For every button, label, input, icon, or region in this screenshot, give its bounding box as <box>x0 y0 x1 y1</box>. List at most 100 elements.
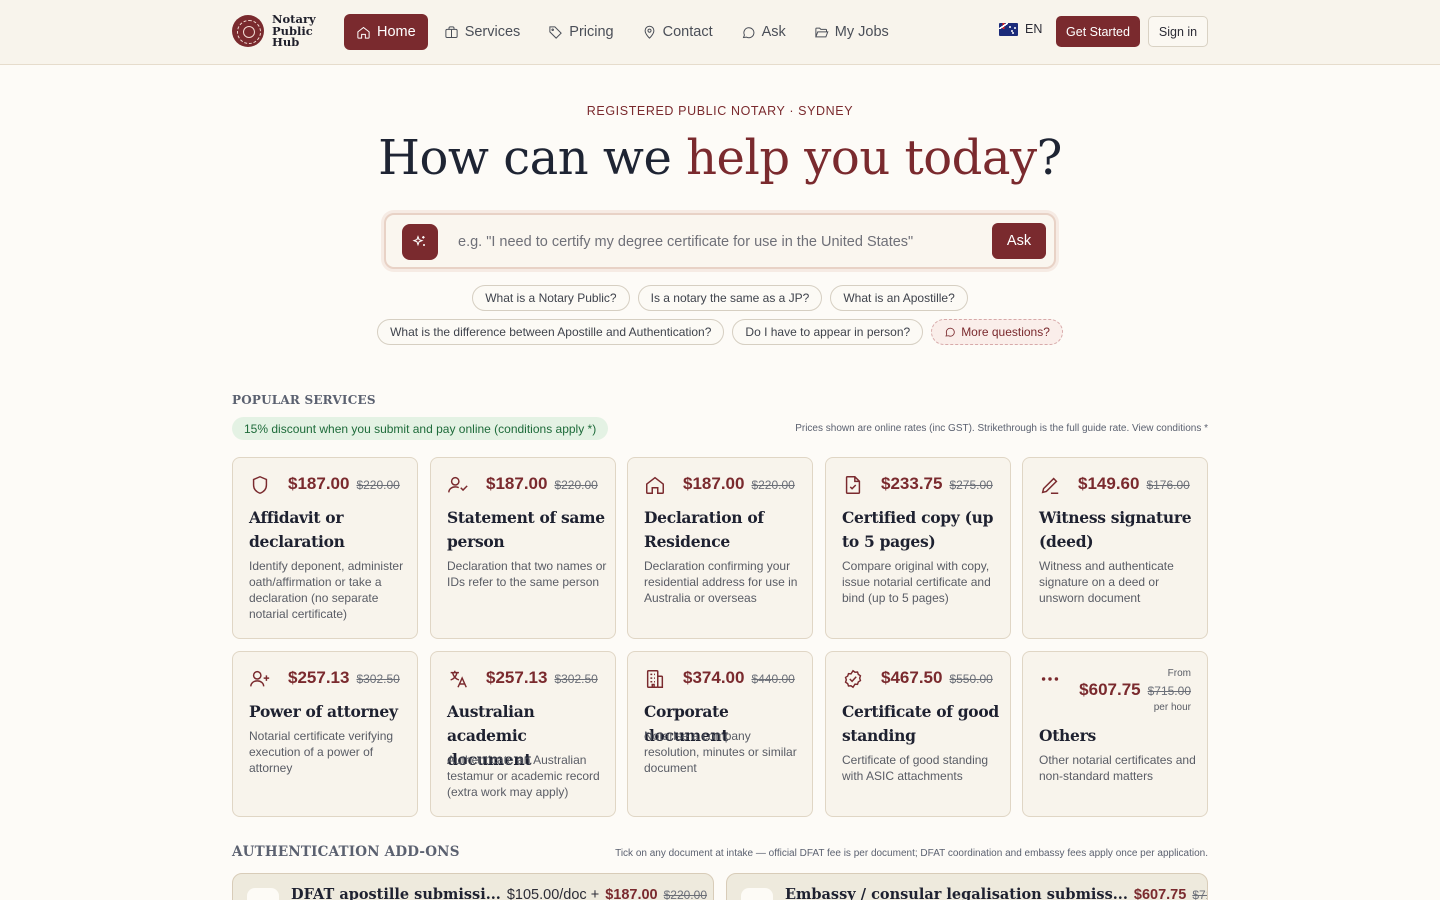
quick-questions-row-2: What is the difference between Apostille… <box>0 319 1440 345</box>
sparkle-icon <box>402 224 438 260</box>
main-nav: Home Services Pricing Contact Ask My Job… <box>344 14 901 50</box>
language-selector[interactable]: EN <box>999 22 1042 36</box>
price-online: $187.00 <box>288 474 350 493</box>
service-title: Witness signature (deed) <box>1039 508 1192 551</box>
sign-in-button[interactable]: Sign in <box>1148 16 1208 47</box>
price-full: $220.00 <box>356 478 400 492</box>
addon-title: Embassy / consular legalisation submiss.… <box>785 886 1128 900</box>
brand-name-line-3: Hub <box>272 35 300 49</box>
price-full: $220.00 <box>554 478 598 492</box>
map-pin-icon <box>644 25 655 39</box>
price-full: $302.50 <box>554 672 598 686</box>
service-title: Affidavit or declaration <box>249 508 345 551</box>
addon-price: $607.75 <box>1133 887 1187 900</box>
price-full: $550.00 <box>949 672 993 686</box>
brand-name: Notary Public Hub <box>272 13 316 49</box>
ask-input[interactable] <box>458 223 978 261</box>
quick-question-chip[interactable]: What is an Apostille? <box>830 285 968 311</box>
price-online: $187.00 <box>486 474 548 493</box>
service-card-affidavit[interactable]: $187.00 $220.00 Affidavit or declaration … <box>232 457 418 639</box>
badge-check-icon <box>842 668 864 690</box>
service-title: Others <box>1039 726 1096 745</box>
nav-label: Pricing <box>569 24 614 40</box>
quick-question-chip[interactable]: What is the difference between Apostille… <box>377 319 725 345</box>
service-description: Compare original with copy, issue notari… <box>842 559 991 605</box>
hero-eyebrow: REGISTERED PUBLIC NOTARY · SYDNEY <box>586 104 854 118</box>
service-card-same-person[interactable]: $187.00 $220.00 Statement of same person … <box>430 457 616 639</box>
service-title: Declaration of Residence <box>644 508 764 551</box>
nav-label: My Jobs <box>834 24 889 40</box>
nav-item-ask[interactable]: Ask <box>729 14 798 50</box>
nav-label: Services <box>464 24 521 40</box>
price-full: $715.00 <box>1147 684 1191 698</box>
price-full: $440.00 <box>751 672 795 686</box>
service-price: $374.00 $440.00 <box>683 668 795 688</box>
notary-seal-icon <box>232 15 264 48</box>
hero-title-accent: help you today <box>686 130 1037 186</box>
ask-button[interactable]: Ask <box>992 223 1046 259</box>
addon-price-full: $715.00 <box>1192 888 1207 900</box>
nav-item-home[interactable]: Home <box>344 14 428 50</box>
nav-item-services[interactable]: Services <box>432 14 533 50</box>
quick-questions-row-1: What is a Notary Public? Is a notary the… <box>0 285 1440 311</box>
pricing-note[interactable]: Prices shown are online rates (inc GST).… <box>795 423 1208 434</box>
service-price: $187.00 $220.00 <box>486 474 598 494</box>
tag-icon <box>549 25 563 39</box>
service-card-residence[interactable]: $187.00 $220.00 Declaration of Residence … <box>627 457 813 639</box>
building-icon <box>644 668 666 690</box>
service-description: Notarise a company resolution, minutes o… <box>644 729 797 775</box>
service-card-academic-document[interactable]: $257.13 $302.50 Australian academic docum… <box>430 651 616 817</box>
quick-question-chip[interactable]: What is a Notary Public? <box>472 285 630 311</box>
nav-item-pricing[interactable]: Pricing <box>536 14 625 50</box>
home-icon <box>357 26 370 39</box>
price-online: $257.13 <box>486 668 548 687</box>
addon-card-dfat-apostille[interactable]: DFAT apostille submissi... $105.00/doc +… <box>232 873 714 900</box>
addon-price-full: $220.00 <box>663 888 707 900</box>
service-price: $607.75 $715.00 <box>1079 680 1191 700</box>
quick-question-chip[interactable]: Do I have to appear in person? <box>732 319 924 345</box>
hero-title: How can we help you today? <box>0 128 1440 188</box>
service-price: $187.00 $220.00 <box>288 474 400 494</box>
service-title: Certificate of good standing <box>842 702 999 745</box>
service-card-corporate-document[interactable]: $374.00 $440.00 Corporate document Notari… <box>627 651 813 817</box>
user-plus-icon <box>249 668 271 690</box>
service-title: Power of attorney <box>249 702 398 721</box>
service-description: Declaration confirming your residential … <box>644 559 798 605</box>
service-description: Certificate of good standing with ASIC a… <box>842 753 989 783</box>
brand-logo[interactable]: Notary Public Hub <box>232 13 316 49</box>
price-full: $302.50 <box>356 672 400 686</box>
chat-bubble-icon <box>945 327 955 337</box>
service-card-good-standing[interactable]: $467.50 $550.00 Certificate of good stand… <box>825 651 1011 817</box>
price-unit-label: per hour <box>1153 702 1191 713</box>
translate-icon <box>447 668 469 690</box>
service-title: Statement of same person <box>447 508 605 551</box>
nav-item-my-jobs[interactable]: My Jobs <box>802 14 901 50</box>
more-questions-chip[interactable]: More questions? <box>931 319 1063 345</box>
addon-official-fee: $105.00/doc + <box>506 887 600 900</box>
price-from-label: From <box>1167 668 1191 679</box>
user-check-icon <box>447 474 469 496</box>
more-dots-icon <box>1039 668 1061 690</box>
service-description: Declaration that two names or IDs refer … <box>447 559 607 589</box>
get-started-button[interactable]: Get Started <box>1056 16 1140 47</box>
service-card-power-of-attorney[interactable]: $257.13 $302.50 Power of attorney Notaria… <box>232 651 418 817</box>
australia-flag-icon <box>999 22 1018 36</box>
chat-bubble-icon <box>742 26 754 38</box>
service-description: Authenticate an Australian testamur or a… <box>447 753 600 799</box>
nav-item-contact[interactable]: Contact <box>630 14 725 50</box>
service-card-witness-signature[interactable]: $149.60 $176.00 Witness signature (deed) … <box>1022 457 1208 639</box>
service-title: Certified copy (up to 5 pages) <box>842 508 994 551</box>
shield-icon <box>249 474 271 496</box>
addon-title: DFAT apostille submissi... <box>291 886 501 900</box>
quick-question-chip[interactable]: Is a notary the same as a JP? <box>637 285 823 311</box>
pen-icon <box>1039 474 1061 496</box>
popular-services-heading: POPULAR SERVICES <box>232 393 376 407</box>
addon-card-embassy-legalisation[interactable]: Embassy / consular legalisation submiss.… <box>726 873 1208 900</box>
service-card-others[interactable]: From $607.75 $715.00 per hour Others Othe… <box>1022 651 1208 817</box>
service-description: Witness and authenticate signature on a … <box>1039 559 1174 605</box>
service-card-certified-copy[interactable]: $233.75 $275.00 Certified copy (up to 5 p… <box>825 457 1011 639</box>
price-online: $233.75 <box>881 474 943 493</box>
service-price: $257.13 $302.50 <box>486 668 598 688</box>
price-online: $374.00 <box>683 668 745 687</box>
addons-note: Tick on any document at intake — officia… <box>615 848 1208 859</box>
